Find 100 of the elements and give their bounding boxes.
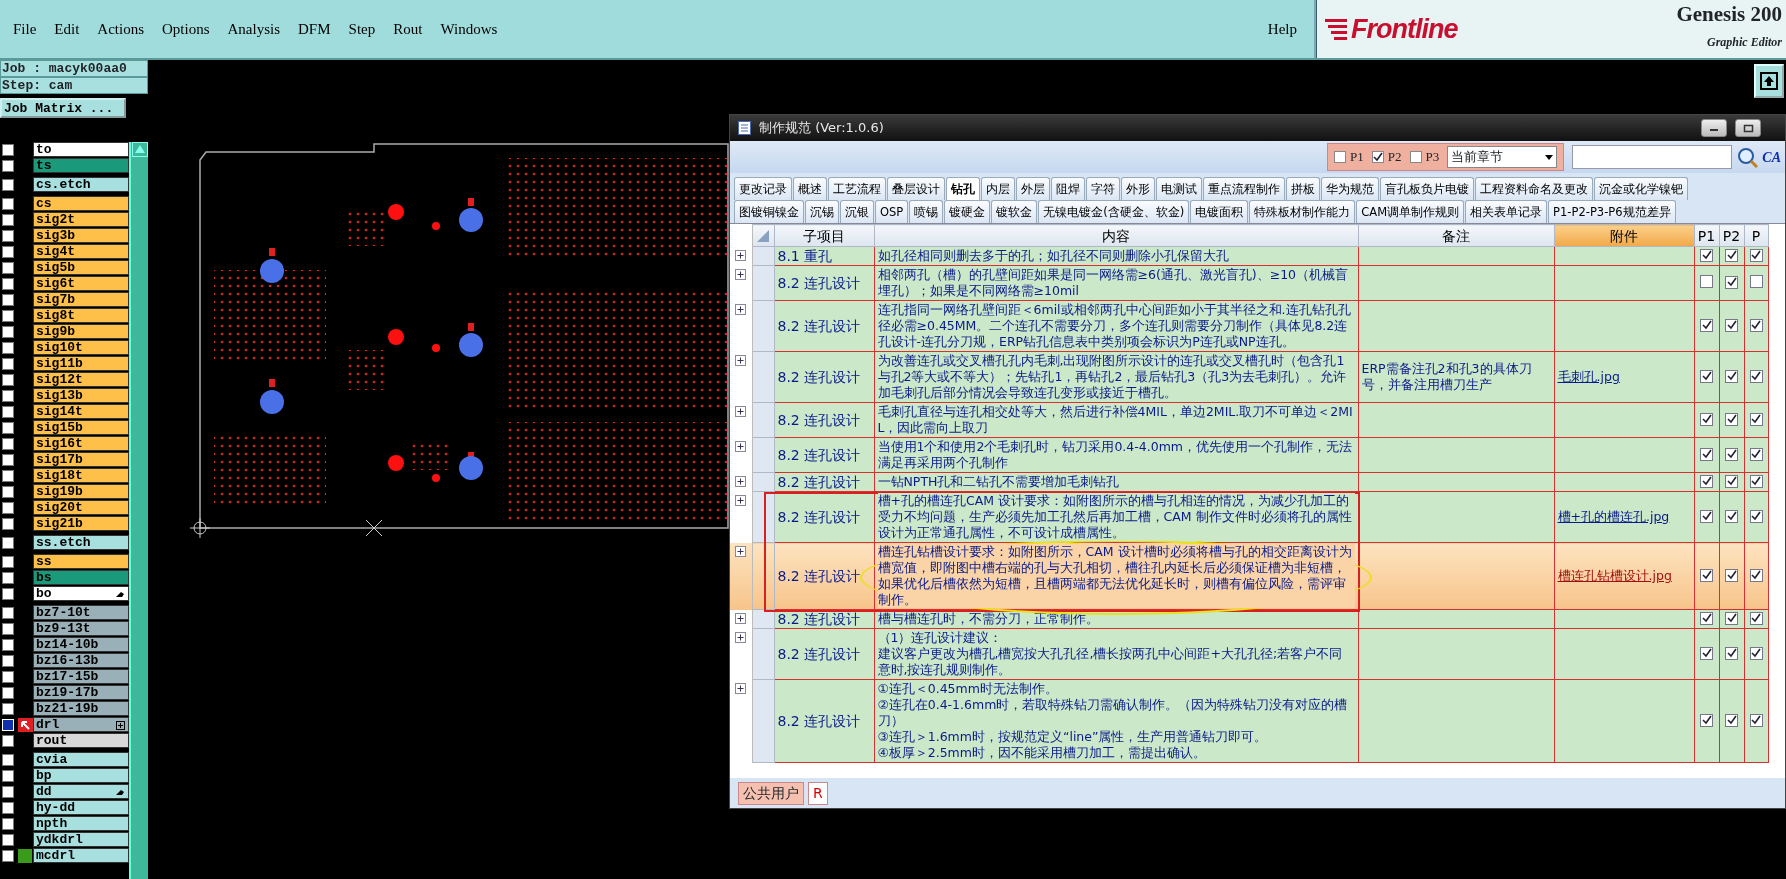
- layer-checkbox[interactable]: [2, 817, 14, 830]
- tab[interactable]: 镀硬金: [944, 200, 991, 223]
- layer-name[interactable]: ss: [33, 554, 129, 569]
- checkbox[interactable]: [1700, 318, 1713, 332]
- layer-name[interactable]: sig12t: [33, 372, 129, 387]
- table-row[interactable]: 8.1 重孔 如孔径相同则删去多于的孔；如孔径不同则删除小孔保留大孔: [730, 246, 1768, 266]
- checkbox[interactable]: [1700, 713, 1713, 727]
- checkbox[interactable]: [1725, 248, 1738, 262]
- help-menu[interactable]: Help: [1258, 17, 1306, 41]
- layer-checkbox[interactable]: [2, 389, 14, 402]
- checkbox[interactable]: [1700, 474, 1713, 488]
- layer-checkbox[interactable]: [2, 536, 14, 549]
- tab[interactable]: 拼板: [1286, 177, 1320, 200]
- layer-name[interactable]: ydkdrl: [33, 832, 129, 847]
- layer-name[interactable]: sig4t: [33, 244, 129, 259]
- layer-checkbox[interactable]: [2, 702, 14, 715]
- layer-name[interactable]: sig13b: [33, 388, 129, 403]
- expand-icon[interactable]: [735, 682, 746, 694]
- layer-checkbox[interactable]: [2, 421, 14, 434]
- attachment-link[interactable]: 槽连孔钻槽设计.jpg: [1557, 568, 1672, 583]
- column-header[interactable]: 内容: [874, 224, 1358, 247]
- layer-name[interactable]: sig11b: [33, 356, 129, 371]
- tab[interactable]: 工程资料命名及更改: [1475, 177, 1593, 200]
- tab[interactable]: P1-P2-P3-P6规范差异: [1548, 200, 1676, 223]
- minimize-button[interactable]: [1701, 119, 1727, 137]
- checkbox[interactable]: [1700, 412, 1713, 426]
- layer-checkbox[interactable]: [2, 143, 14, 156]
- checkbox[interactable]: [1725, 447, 1738, 461]
- layer-name[interactable]: sig14t: [33, 404, 129, 419]
- expand-icon[interactable]: [735, 440, 746, 452]
- layer-checkbox[interactable]: [2, 654, 14, 667]
- job-matrix-button[interactable]: Job Matrix ...: [0, 98, 126, 118]
- layer-name[interactable]: sig16t: [33, 436, 129, 451]
- checkbox[interactable]: [1749, 713, 1763, 727]
- table-row[interactable]: 8.2 连孔设计 相邻两孔（槽）的孔壁间距如果是同一网络需≥6(通孔、激光盲孔)、≥10（机械盲埋孔）；如果是不同网络需≥10mil: [730, 265, 1768, 301]
- layer-checkbox[interactable]: [2, 734, 14, 747]
- layer-checkbox[interactable]: [2, 769, 14, 782]
- upload-button[interactable]: [1754, 64, 1784, 98]
- checkbox[interactable]: [1725, 412, 1738, 426]
- layer-name[interactable]: cs.etch: [33, 177, 129, 192]
- layer-name[interactable]: sig3b: [33, 228, 129, 243]
- checkbox[interactable]: [1700, 447, 1713, 461]
- layer-name[interactable]: bp: [33, 768, 129, 783]
- tab[interactable]: 阻焊: [1051, 177, 1085, 200]
- layer-name[interactable]: bz16-13b: [33, 653, 129, 668]
- tab[interactable]: 钻孔: [946, 177, 980, 200]
- tab[interactable]: 镀软金: [991, 200, 1038, 223]
- layer-checkbox[interactable]: [2, 638, 14, 651]
- layer-checkbox[interactable]: [2, 178, 14, 191]
- column-header[interactable]: 附件: [1554, 224, 1694, 247]
- maximize-button[interactable]: [1735, 119, 1761, 137]
- table-row[interactable]: 8.2 连孔设计 毛刺孔直径与连孔相交处等大，然后进行补偿4MIL，单边2MIL.取刀不可单边＜2MIL，因此需向上取刀: [730, 402, 1768, 438]
- layer-checkbox[interactable]: [2, 517, 14, 530]
- menu-item[interactable]: Analysis: [218, 17, 290, 41]
- expand-icon[interactable]: [735, 405, 746, 417]
- checkbox[interactable]: [1749, 611, 1763, 625]
- tab[interactable]: 华为规范: [1321, 177, 1379, 200]
- table-row[interactable]: 8.2 连孔设计 （1）连孔设计建议： 建议客户更改为槽孔,槽宽按大孔孔径,槽长按两孔中心间距+大孔孔径;若客户不同意时,按连孔规则制作。: [730, 628, 1768, 680]
- expand-icon[interactable]: [735, 268, 746, 280]
- checkbox[interactable]: [1700, 274, 1713, 288]
- checkbox[interactable]: [1700, 369, 1713, 383]
- checkbox[interactable]: [1749, 646, 1763, 660]
- checkbox[interactable]: [1725, 275, 1738, 289]
- filter-checkbox[interactable]: P3: [1409, 147, 1440, 167]
- layer-name[interactable]: sig6t: [33, 276, 129, 291]
- expand-icon[interactable]: [735, 303, 746, 315]
- tab[interactable]: 内层: [981, 177, 1015, 200]
- layer-name[interactable]: bz7-10t: [33, 605, 129, 620]
- layer-checkbox[interactable]: [2, 229, 14, 242]
- layer-name[interactable]: ss.etch: [33, 535, 129, 550]
- menu-item[interactable]: Windows: [431, 17, 507, 41]
- layer-checkbox[interactable]: [2, 571, 14, 584]
- layer-checkbox[interactable]: [2, 437, 14, 450]
- layer-name[interactable]: sig18t: [33, 468, 129, 483]
- layer-checkbox[interactable]: [2, 849, 14, 862]
- layer-checkbox[interactable]: [2, 670, 14, 683]
- checkbox[interactable]: [1725, 318, 1738, 332]
- layer-name[interactable]: sig2t: [33, 212, 129, 227]
- checkbox[interactable]: [1725, 713, 1738, 727]
- checkbox[interactable]: [1749, 447, 1763, 461]
- layer-name[interactable]: bs: [33, 570, 129, 585]
- checkbox[interactable]: [1700, 248, 1713, 262]
- expand-icon[interactable]: [735, 494, 746, 506]
- checkbox[interactable]: [1749, 274, 1763, 288]
- layer-name[interactable]: sig19b: [33, 484, 129, 499]
- layer-name[interactable]: sig8t: [33, 308, 129, 323]
- layer-name[interactable]: bo: [33, 586, 129, 601]
- layer-name[interactable]: to: [33, 142, 129, 157]
- tab[interactable]: OSP: [875, 200, 909, 223]
- layer-name[interactable]: sig15b: [33, 420, 129, 435]
- layer-checkbox[interactable]: [2, 261, 14, 274]
- search-field[interactable]: [1572, 145, 1733, 169]
- layer-checkbox[interactable]: [2, 405, 14, 418]
- layer-scrollbar[interactable]: [129, 142, 148, 879]
- layer-checkbox[interactable]: [2, 213, 14, 226]
- layer-checkbox[interactable]: [2, 325, 14, 338]
- checkbox[interactable]: [1749, 412, 1763, 426]
- layer-checkbox[interactable]: [2, 622, 14, 635]
- checkbox[interactable]: [1725, 611, 1738, 625]
- tab[interactable]: 外形: [1121, 177, 1155, 200]
